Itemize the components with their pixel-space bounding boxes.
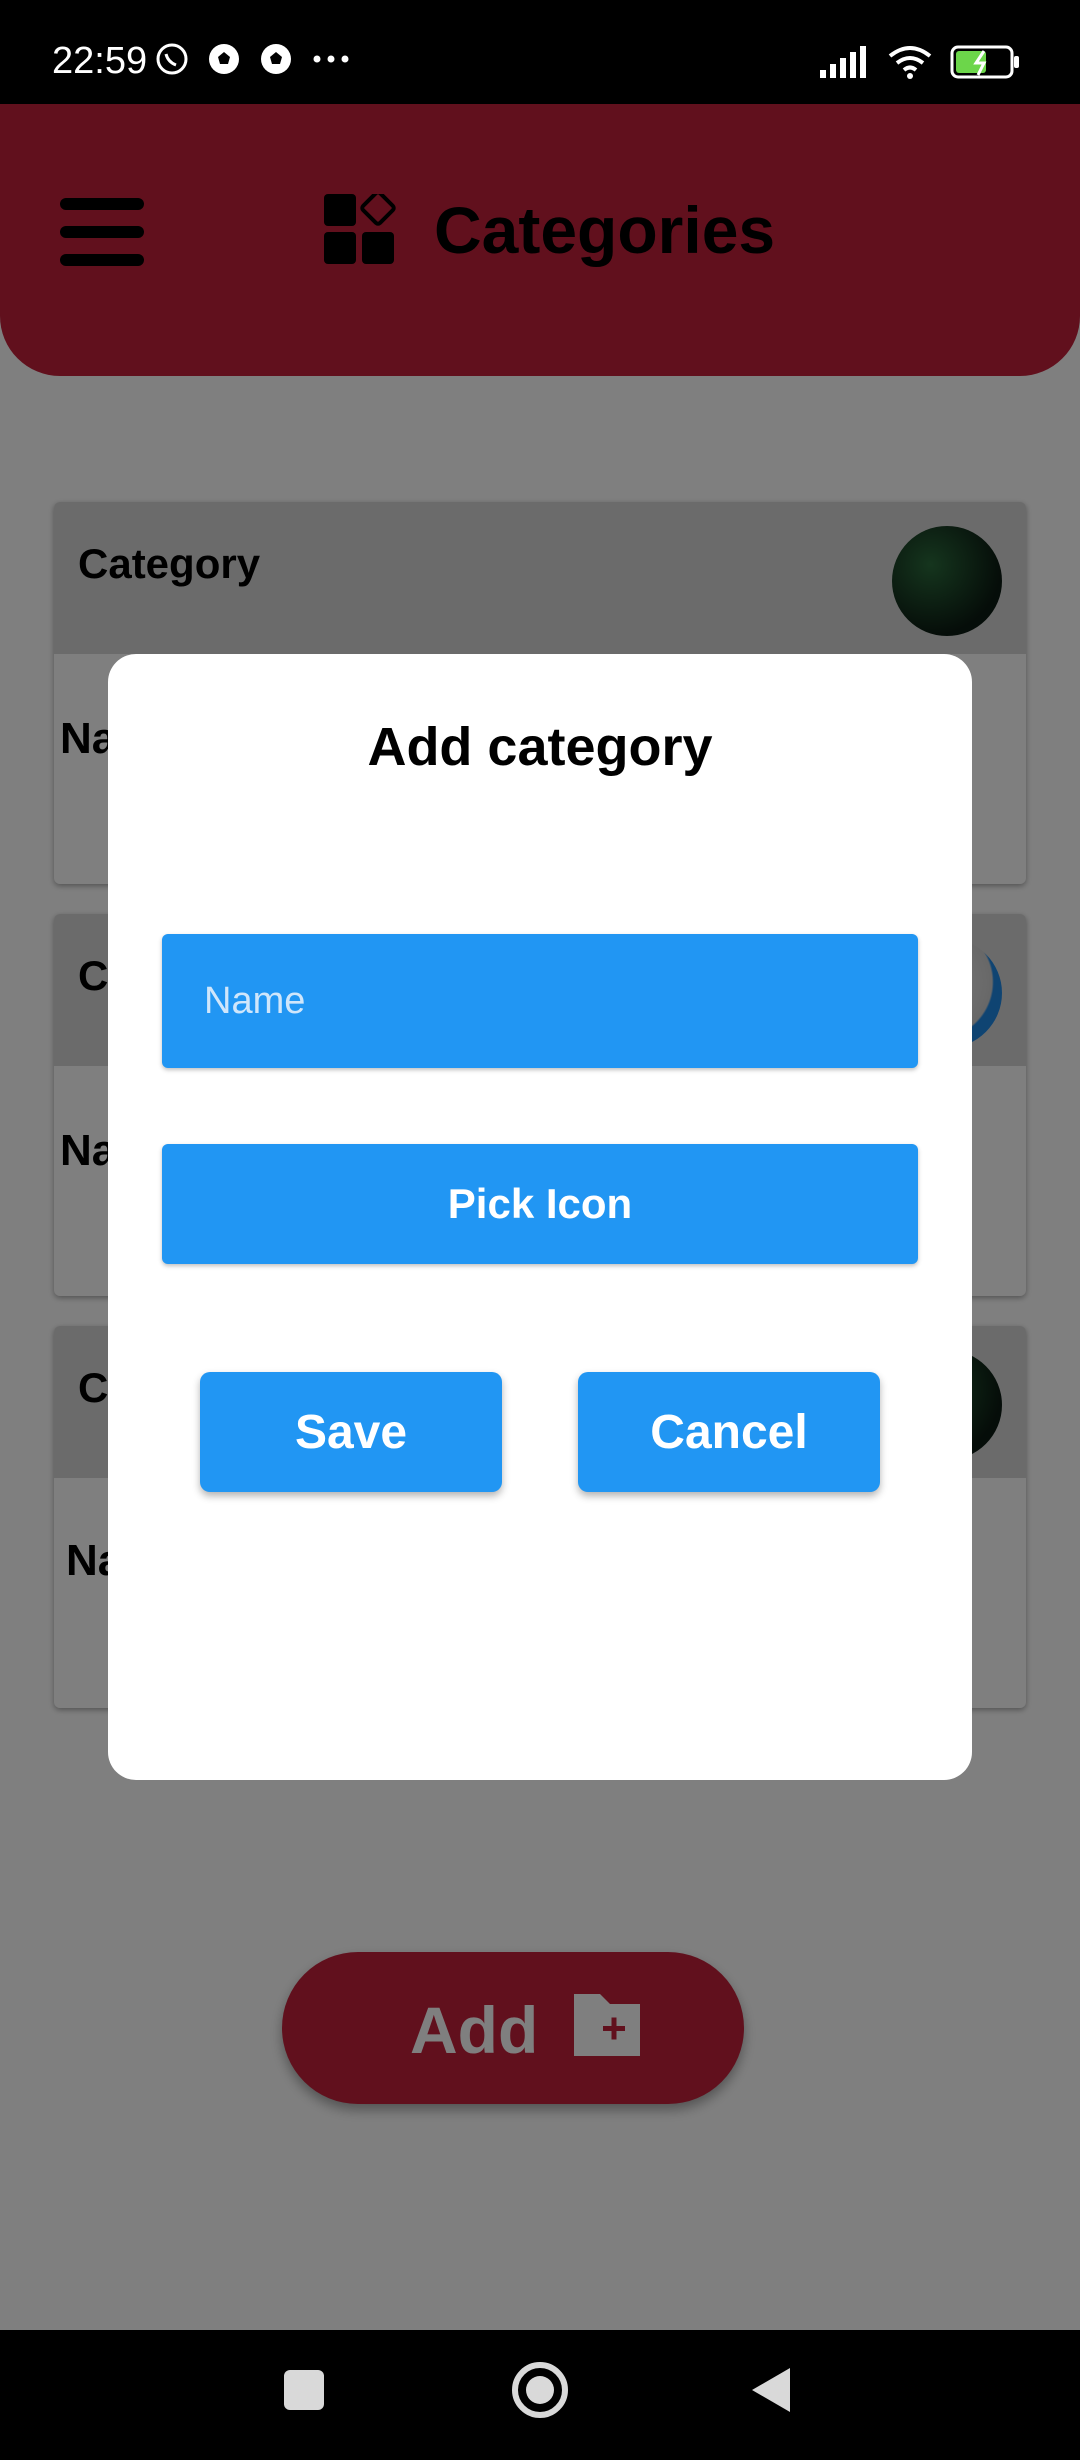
soccer-ball-icon <box>261 44 291 74</box>
system-nav-bar <box>0 2330 1080 2460</box>
dialog-title: Add category <box>367 717 713 777</box>
battery-charging-icon <box>950 45 1019 79</box>
save-button[interactable]: Save <box>200 1372 502 1492</box>
cancel-button[interactable]: Cancel <box>578 1372 880 1492</box>
back-icon[interactable] <box>752 2368 790 2412</box>
home-icon[interactable] <box>512 2362 568 2418</box>
system-icons <box>820 44 1020 80</box>
whatsapp-icon <box>156 43 188 75</box>
status-time: 22:59 <box>52 40 148 82</box>
signal-icon <box>820 46 866 78</box>
name-input[interactable] <box>162 934 918 1068</box>
add-category-dialog: Add category Pick Icon Save Cancel <box>108 654 972 1780</box>
soccer-ball-icon <box>209 44 239 74</box>
wifi-icon <box>888 46 932 79</box>
status-bar: 22:59 <box>0 0 1080 104</box>
notification-icons <box>155 42 351 76</box>
pick-icon-button[interactable]: Pick Icon <box>162 1144 918 1264</box>
more-dots-icon <box>313 55 349 63</box>
recent-apps-icon[interactable] <box>284 2370 324 2410</box>
